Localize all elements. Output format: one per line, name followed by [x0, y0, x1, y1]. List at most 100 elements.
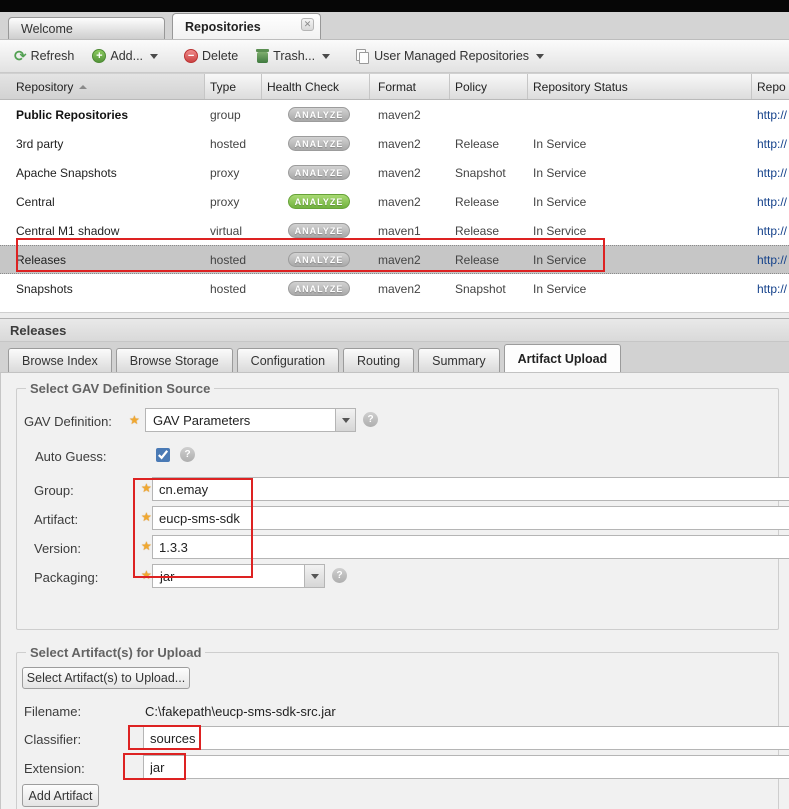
column-header-repository-path[interactable]: Repo — [752, 74, 789, 99]
trash-icon — [256, 49, 269, 63]
cell-format: maven2 — [370, 137, 450, 151]
auto-guess-checkbox[interactable] — [156, 448, 170, 462]
gav-definition-select[interactable]: GAV Parameters — [145, 408, 356, 432]
analyze-button[interactable]: ANALYZE — [288, 281, 350, 296]
cell-repository-path-link[interactable]: http:// — [752, 195, 789, 209]
sort-asc-icon — [79, 85, 87, 89]
app-window: Welcome Repositories ✕ ⟳ Refresh + Add..… — [0, 0, 789, 809]
analyze-button[interactable]: ANALYZE — [288, 223, 350, 238]
cell-repository: Snapshots — [0, 282, 205, 296]
add-artifact-button[interactable]: Add Artifact — [22, 784, 99, 807]
help-icon[interactable]: ? — [180, 447, 195, 462]
refresh-button[interactable]: ⟳ Refresh — [8, 44, 80, 68]
detail-tab-strip: Browse Index Browse Storage Configuratio… — [0, 342, 789, 373]
cell-repository: Central — [0, 195, 205, 209]
repositories-toolbar: ⟳ Refresh + Add... − Delete Trash... Use… — [0, 40, 789, 73]
chevron-down-icon — [342, 418, 350, 423]
analyze-button[interactable]: ANALYZE — [288, 252, 350, 267]
cell-status: In Service — [528, 137, 752, 151]
tab-artifact-upload[interactable]: Artifact Upload — [504, 344, 622, 372]
required-star-icon: ★ — [129, 413, 140, 427]
user-managed-repositories-button[interactable]: User Managed Repositories — [350, 46, 550, 67]
table-row-selected[interactable]: Releases hosted ANALYZE maven2 Release I… — [0, 245, 789, 274]
analyze-button[interactable]: ANALYZE — [288, 194, 350, 209]
tab-routing[interactable]: Routing — [343, 348, 414, 372]
pages-icon — [356, 49, 370, 64]
cell-type: group — [205, 108, 262, 122]
extension-input[interactable] — [143, 755, 789, 779]
required-star-icon: ★ — [141, 568, 152, 582]
cell-repository-path-link[interactable]: http:// — [752, 224, 789, 238]
artifact-input[interactable] — [152, 506, 789, 530]
tab-browse-storage[interactable]: Browse Storage — [116, 348, 233, 372]
auto-guess-label: Auto Guess: — [35, 449, 107, 464]
cell-policy: Snapshot — [450, 166, 528, 180]
detail-panel-title: Releases — [0, 318, 789, 342]
delete-button[interactable]: − Delete — [178, 46, 244, 66]
combo-trigger[interactable] — [335, 408, 356, 432]
packaging-label: Packaging: — [34, 570, 98, 585]
tab-repositories[interactable]: Repositories ✕ — [172, 13, 321, 39]
trash-label: Trash... — [273, 49, 315, 63]
column-header-policy[interactable]: Policy — [450, 74, 528, 99]
table-row[interactable]: Apache Snapshots proxy ANALYZE maven2 Sn… — [0, 158, 789, 187]
analyze-button[interactable]: ANALYZE — [288, 165, 350, 180]
close-icon[interactable]: ✕ — [301, 18, 314, 31]
combo-trigger[interactable] — [304, 564, 325, 588]
column-header-health-check[interactable]: Health Check — [262, 74, 370, 99]
cell-repository-path-link[interactable]: http:// — [752, 137, 789, 151]
analyze-button[interactable]: ANALYZE — [288, 136, 350, 151]
table-row[interactable]: Snapshots hosted ANALYZE maven2 Snapshot… — [0, 274, 789, 303]
trash-button[interactable]: Trash... — [250, 46, 336, 66]
cell-format: maven2 — [370, 108, 450, 122]
extension-label: Extension: — [24, 761, 85, 776]
tab-browse-index[interactable]: Browse Index — [8, 348, 112, 372]
tab-welcome-label: Welcome — [21, 22, 73, 36]
group-input[interactable] — [152, 477, 789, 501]
column-header-type[interactable]: Type — [205, 74, 262, 99]
chevron-down-icon — [150, 54, 158, 59]
user-managed-label: User Managed Repositories — [374, 49, 529, 63]
delete-icon: − — [184, 49, 198, 63]
cell-type: proxy — [205, 166, 262, 180]
cell-repository: 3rd party — [0, 137, 205, 151]
table-row[interactable]: Central proxy ANALYZE maven2 Release In … — [0, 187, 789, 216]
cell-type: hosted — [205, 282, 262, 296]
tab-welcome[interactable]: Welcome — [8, 17, 165, 39]
table-row[interactable]: Central M1 shadow virtual ANALYZE maven1… — [0, 216, 789, 245]
version-label: Version: — [34, 541, 81, 556]
cell-repository-path-link[interactable]: http:// — [752, 253, 789, 267]
artifact-label: Artifact: — [34, 512, 78, 527]
cell-format: maven2 — [370, 282, 450, 296]
classifier-input[interactable] — [143, 726, 789, 750]
add-button[interactable]: + Add... — [86, 46, 164, 66]
cell-repository-path-link[interactable]: http:// — [752, 108, 789, 122]
help-icon[interactable]: ? — [363, 412, 378, 427]
table-row[interactable]: Public Repositories group ANALYZE maven2… — [0, 100, 789, 129]
cell-policy: Release — [450, 195, 528, 209]
filename-label: Filename: — [24, 704, 81, 719]
tab-configuration[interactable]: Configuration — [237, 348, 339, 372]
upload-fieldset-legend: Select Artifact(s) for Upload — [26, 645, 205, 660]
help-icon[interactable]: ? — [332, 568, 347, 583]
column-header-repository[interactable]: Repository — [0, 74, 205, 99]
cell-policy: Release — [450, 224, 528, 238]
packaging-value: jar — [152, 564, 304, 588]
add-label: Add... — [110, 49, 143, 63]
column-header-format[interactable]: Format — [370, 74, 450, 99]
grid-header: Repository Type Health Check Format Poli… — [0, 74, 789, 100]
select-artifacts-button[interactable]: Select Artifact(s) to Upload... — [22, 667, 190, 689]
version-input[interactable] — [152, 535, 789, 559]
table-row[interactable]: 3rd party hosted ANALYZE maven2 Release … — [0, 129, 789, 158]
cell-policy: Release — [450, 253, 528, 267]
cell-type: virtual — [205, 224, 262, 238]
cell-repository-path-link[interactable]: http:// — [752, 282, 789, 296]
cell-format: maven2 — [370, 253, 450, 267]
cell-repository-path-link[interactable]: http:// — [752, 166, 789, 180]
tab-summary[interactable]: Summary — [418, 348, 499, 372]
column-header-repository-status[interactable]: Repository Status — [528, 74, 752, 99]
packaging-select[interactable]: jar — [152, 564, 325, 588]
cell-repository: Apache Snapshots — [0, 166, 205, 180]
analyze-button[interactable]: ANALYZE — [288, 107, 350, 122]
gav-definition-value: GAV Parameters — [145, 408, 335, 432]
